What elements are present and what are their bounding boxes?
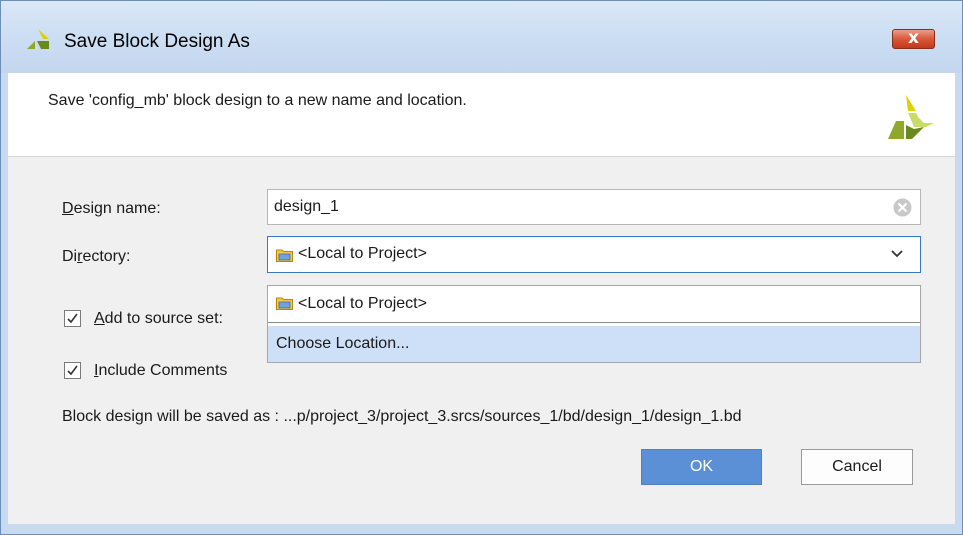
dropdown-option-local[interactable]: <Local to Project>	[268, 286, 920, 323]
dropdown-option-label: <Local to Project>	[298, 295, 427, 312]
design-name-value: design_1	[274, 198, 339, 215]
folder-icon	[276, 297, 293, 310]
window-frame-left	[1, 73, 8, 534]
directory-label: Directory:	[62, 248, 131, 265]
dropdown-option-choose-location[interactable]: Choose Location...	[268, 326, 920, 362]
window-frame-bottom	[8, 524, 955, 534]
dialog-content: Save 'config_mb' block design to a new n…	[8, 73, 955, 524]
design-name-label: Design name:	[62, 200, 161, 217]
design-name-input[interactable]: design_1	[267, 189, 921, 225]
checkmark-icon	[67, 313, 78, 324]
header-panel: Save 'config_mb' block design to a new n…	[8, 73, 955, 157]
dropdown-option-label: Choose Location...	[276, 335, 410, 352]
cancel-button[interactable]: Cancel	[801, 449, 913, 485]
checkmark-icon	[67, 365, 78, 376]
directory-value: <Local to Project>	[298, 245, 427, 262]
save-block-design-dialog: Save Block Design As x Save 'config_mb' …	[0, 0, 963, 535]
window-frame-right	[955, 73, 962, 534]
ok-button[interactable]: OK	[641, 449, 762, 485]
vivado-logo-icon	[27, 29, 49, 49]
include-comments-label: Include Comments	[94, 362, 228, 379]
add-to-source-checkbox[interactable]	[64, 310, 81, 327]
clear-input-icon[interactable]	[893, 198, 912, 217]
saved-as-path: Block design will be saved as : ...p/pro…	[62, 408, 742, 425]
vivado-logo-icon	[888, 95, 934, 139]
directory-dropdown-list: <Local to Project> Choose Location...	[267, 285, 921, 363]
close-icon: x	[908, 28, 919, 48]
window-title: Save Block Design As	[64, 31, 250, 52]
close-button[interactable]: x	[892, 28, 935, 49]
add-to-source-label: Add to source set:	[94, 310, 223, 327]
header-message: Save 'config_mb' block design to a new n…	[48, 92, 467, 109]
directory-select[interactable]: <Local to Project>	[267, 236, 921, 273]
folder-icon	[276, 249, 293, 262]
include-comments-checkbox[interactable]	[64, 362, 81, 379]
chevron-down-icon[interactable]	[891, 250, 903, 258]
title-bar[interactable]: Save Block Design As x	[1, 1, 962, 73]
